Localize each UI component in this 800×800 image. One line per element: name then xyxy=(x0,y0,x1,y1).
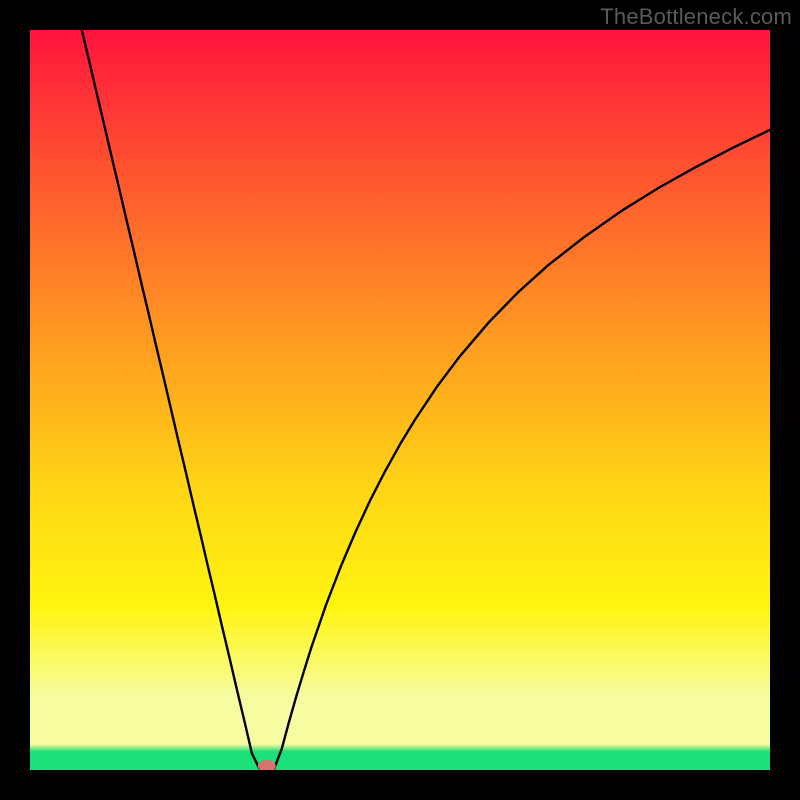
chart-frame: TheBottleneck.com xyxy=(0,0,800,800)
plot-svg xyxy=(30,30,770,770)
plot-area xyxy=(30,30,770,770)
watermark-text: TheBottleneck.com xyxy=(600,4,792,30)
plot-background xyxy=(30,30,770,770)
